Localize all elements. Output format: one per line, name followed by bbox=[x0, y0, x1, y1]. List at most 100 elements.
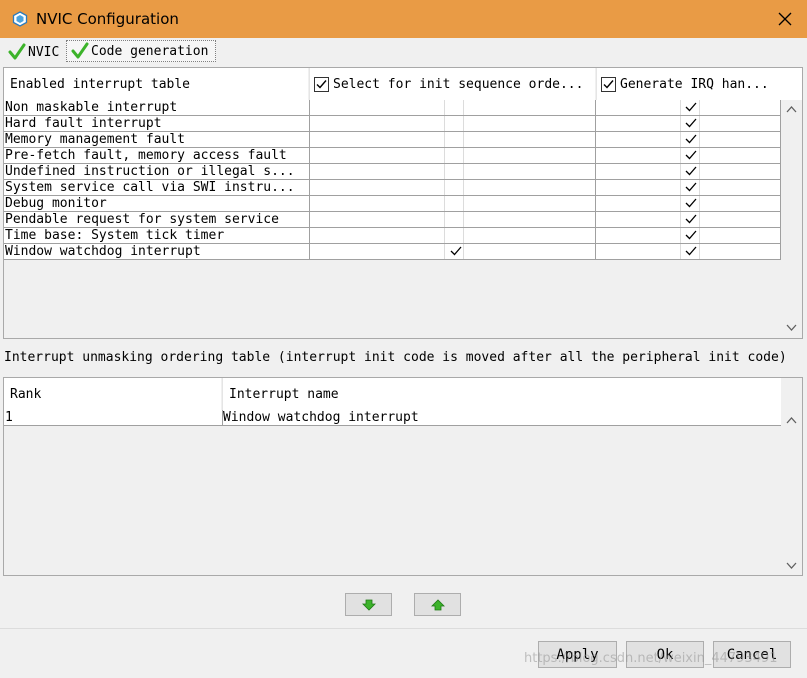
table-row[interactable]: Pendable request for system service bbox=[4, 212, 781, 228]
generate-irq-checkbox[interactable] bbox=[685, 181, 699, 195]
interrupt-name: Time base: System tick timer bbox=[5, 228, 225, 243]
ok-button[interactable]: Ok bbox=[626, 641, 704, 668]
cancel-button[interactable]: Cancel bbox=[713, 641, 791, 668]
select-init-order-checkbox[interactable] bbox=[450, 213, 464, 227]
column-header-select-init-order[interactable]: Select for init sequence orde... bbox=[309, 68, 595, 100]
select-init-order-checkbox[interactable] bbox=[450, 165, 464, 179]
select-all-generate-irq-checkbox[interactable] bbox=[601, 76, 616, 92]
select-init-order-checkbox[interactable] bbox=[450, 117, 464, 131]
select-init-order-cell bbox=[309, 132, 595, 147]
checkmark-icon bbox=[450, 246, 462, 256]
checkmark-icon bbox=[603, 79, 614, 89]
checkmark-icon bbox=[685, 166, 697, 176]
select-init-order-checkbox[interactable] bbox=[450, 245, 464, 259]
column-header-rank-label: Rank bbox=[10, 386, 42, 402]
select-init-order-cell bbox=[309, 116, 595, 131]
checkmark-icon bbox=[685, 134, 697, 144]
select-init-order-checkbox[interactable] bbox=[450, 197, 464, 211]
column-header-interrupt-name[interactable]: Interrupt name bbox=[222, 378, 781, 410]
move-down-button[interactable] bbox=[345, 593, 392, 616]
generate-irq-cell bbox=[595, 116, 781, 131]
vertical-scrollbar[interactable] bbox=[782, 100, 801, 338]
generate-irq-cell bbox=[595, 164, 781, 179]
generate-irq-cell bbox=[595, 228, 781, 243]
check-icon bbox=[8, 43, 26, 60]
generate-irq-cell bbox=[595, 132, 781, 147]
table-row[interactable]: System service call via SWI instru... bbox=[4, 180, 781, 196]
close-button[interactable] bbox=[770, 4, 800, 34]
cancel-button-label: Cancel bbox=[726, 646, 778, 663]
column-header-interrupt[interactable]: Enabled interrupt table bbox=[4, 68, 308, 100]
checkmark-icon bbox=[685, 198, 697, 208]
select-init-order-cell bbox=[309, 100, 595, 115]
window-title: NVIC Configuration bbox=[36, 10, 179, 28]
select-init-order-checkbox[interactable] bbox=[450, 133, 464, 147]
checkmark-icon bbox=[685, 102, 697, 112]
column-header-select-label: Select for init sequence orde... bbox=[333, 76, 584, 92]
unmasking-table-label: Interrupt unmasking ordering table (inte… bbox=[4, 350, 787, 365]
select-init-order-cell bbox=[309, 212, 595, 227]
generate-irq-checkbox[interactable] bbox=[685, 229, 699, 243]
table-row[interactable]: Pre-fetch fault, memory access fault bbox=[4, 148, 781, 164]
scroll-down-icon[interactable] bbox=[786, 322, 797, 333]
scroll-down-icon[interactable] bbox=[786, 560, 797, 571]
select-init-order-checkbox[interactable] bbox=[450, 229, 464, 243]
checkmark-icon bbox=[685, 150, 697, 160]
tab-code-generation[interactable]: Code generation bbox=[66, 40, 216, 62]
checkmark-icon bbox=[316, 79, 327, 89]
enabled-interrupt-table: Enabled interrupt table Select for init … bbox=[3, 67, 803, 339]
table-row[interactable]: Undefined instruction or illegal s... bbox=[4, 164, 781, 180]
checkmark-icon bbox=[685, 230, 697, 240]
interrupt-name: Debug monitor bbox=[5, 196, 107, 211]
checkmark-icon bbox=[685, 182, 697, 192]
apply-button[interactable]: Apply bbox=[538, 641, 617, 668]
table-row[interactable]: Window watchdog interrupt bbox=[4, 244, 781, 260]
interrupt-name: Memory management fault bbox=[5, 132, 186, 147]
table-row[interactable]: Debug monitor bbox=[4, 196, 781, 212]
table-row[interactable]: Hard fault interrupt bbox=[4, 116, 781, 132]
select-init-order-cell bbox=[309, 196, 595, 211]
column-header-rank[interactable]: Rank bbox=[4, 378, 221, 410]
select-init-order-cell bbox=[309, 164, 595, 179]
column-header-interrupt-name-label: Interrupt name bbox=[229, 386, 339, 402]
generate-irq-checkbox[interactable] bbox=[685, 245, 699, 259]
generate-irq-cell bbox=[595, 196, 781, 211]
scroll-up-icon[interactable] bbox=[786, 415, 797, 426]
select-all-init-order-checkbox[interactable] bbox=[314, 76, 329, 92]
table-row[interactable]: Memory management fault bbox=[4, 132, 781, 148]
interrupt-rows: Non maskable interrupt Hard fault interru… bbox=[4, 100, 781, 260]
generate-irq-checkbox[interactable] bbox=[685, 197, 699, 211]
generate-irq-checkbox[interactable] bbox=[685, 133, 699, 147]
title-bar: NVIC Configuration bbox=[0, 0, 807, 38]
generate-irq-checkbox[interactable] bbox=[685, 165, 699, 179]
order-rows: 1 Window watchdog interrupt bbox=[4, 410, 781, 426]
table-row[interactable]: 1 Window watchdog interrupt bbox=[4, 410, 781, 426]
generate-irq-checkbox[interactable] bbox=[685, 101, 699, 115]
table-row[interactable]: Time base: System tick timer bbox=[4, 228, 781, 244]
scroll-up-icon[interactable] bbox=[786, 104, 797, 115]
tab-nvic[interactable]: NVIC bbox=[4, 41, 64, 63]
generate-irq-checkbox[interactable] bbox=[685, 117, 699, 131]
unmasking-order-table: Rank Interrupt name 1 Window watchdog int… bbox=[3, 377, 803, 576]
tab-nvic-label: NVIC bbox=[28, 44, 60, 60]
select-init-order-checkbox[interactable] bbox=[450, 181, 464, 195]
rank-cell: 1 bbox=[5, 410, 13, 425]
select-init-order-checkbox[interactable] bbox=[450, 101, 464, 115]
interrupt-name: Undefined instruction or illegal s... bbox=[5, 164, 295, 179]
move-up-button[interactable] bbox=[414, 593, 461, 616]
generate-irq-cell bbox=[595, 148, 781, 163]
table-row[interactable]: Non maskable interrupt bbox=[4, 100, 781, 116]
vertical-scrollbar[interactable] bbox=[782, 410, 801, 575]
close-icon bbox=[778, 12, 792, 26]
column-header-generate-label: Generate IRQ han... bbox=[620, 76, 769, 92]
generate-irq-checkbox[interactable] bbox=[685, 213, 699, 227]
checkmark-icon bbox=[685, 246, 697, 256]
interrupt-name: System service call via SWI instru... bbox=[5, 180, 295, 195]
app-cube-icon bbox=[12, 11, 28, 27]
generate-irq-checkbox[interactable] bbox=[685, 149, 699, 163]
ok-button-label: Ok bbox=[656, 646, 674, 663]
arrow-up-icon bbox=[430, 598, 445, 610]
select-init-order-checkbox[interactable] bbox=[450, 149, 464, 163]
column-header-generate-irq[interactable]: Generate IRQ han... bbox=[596, 68, 781, 100]
footer-separator bbox=[0, 628, 807, 629]
